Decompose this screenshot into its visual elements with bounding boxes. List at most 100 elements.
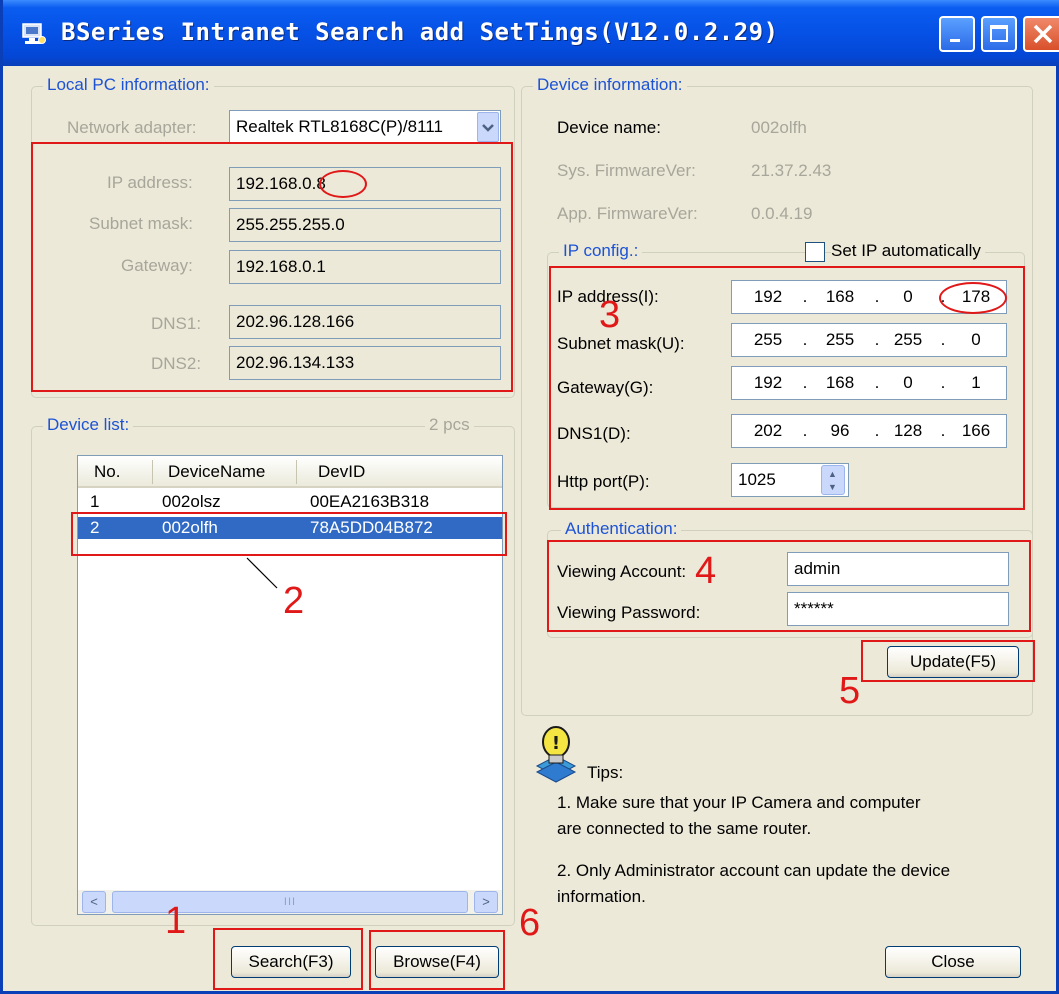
- ip-octet-4[interactable]: 178: [948, 281, 1004, 313]
- chevron-down-icon: [482, 124, 494, 132]
- ip-octet-3[interactable]: 0: [880, 281, 936, 313]
- annotation-2: 2: [283, 580, 305, 622]
- tips-title: Tips:: [587, 763, 624, 782]
- pc-ip-label: IP address:: [107, 173, 193, 192]
- gateway-label: Gateway(G):: [557, 378, 654, 397]
- dns1-input[interactable]: 202 . 96 . 128 . 166: [731, 414, 1007, 448]
- ip-address-input[interactable]: 192 . 168 . 0 . 178: [731, 280, 1007, 314]
- close-icon: [1033, 24, 1053, 44]
- network-adapter-select[interactable]: Realtek RTL8168C(P)/8111: [229, 110, 501, 144]
- row-no: 2: [90, 518, 100, 537]
- dns1-octet-1[interactable]: 202: [740, 415, 796, 447]
- device-row-1[interactable]: 1 002olsz 00EA2163B318: [78, 491, 502, 513]
- maximize-button[interactable]: [981, 16, 1017, 52]
- annotation-5: 5: [839, 670, 861, 712]
- annotation-3: 3: [599, 294, 621, 336]
- tip-1-line-1: 1. Make sure that your IP Camera and com…: [557, 793, 921, 812]
- network-adapter-label: Network adapter:: [67, 118, 197, 137]
- dropdown-button[interactable]: [477, 112, 499, 142]
- app-firmware-label: App. FirmwareVer:: [557, 204, 698, 223]
- scroll-left-button[interactable]: <: [82, 891, 106, 913]
- annotation-4: 4: [695, 550, 717, 592]
- viewing-account-label: Viewing Account:: [557, 562, 687, 581]
- pc-subnet-field: 255.255.255.0: [229, 208, 501, 242]
- device-name-label: Device name:: [557, 118, 661, 137]
- viewing-password-input[interactable]: ******: [787, 592, 1009, 626]
- column-separator: [152, 460, 153, 484]
- dns1-label: DNS1(D):: [557, 424, 631, 443]
- gateway-octet-3[interactable]: 0: [880, 367, 936, 399]
- gateway-input[interactable]: 192 . 168 . 0 . 1: [731, 366, 1007, 400]
- set-ip-auto-label[interactable]: Set IP automatically: [831, 241, 985, 261]
- gateway-octet-2[interactable]: 168: [812, 367, 868, 399]
- browse-button[interactable]: Browse(F4): [375, 946, 499, 978]
- row-dev-id: 78A5DD04B872: [310, 518, 433, 537]
- device-info-legend: Device information:: [533, 75, 687, 95]
- scroll-right-button[interactable]: >: [474, 891, 498, 913]
- http-port-spinner[interactable]: ▲ ▼: [821, 465, 845, 495]
- pc-dns2-field: 202.96.134.133: [229, 346, 501, 380]
- close-window-button[interactable]: [1023, 16, 1059, 52]
- minimize-icon: [950, 39, 960, 42]
- row-no: 1: [90, 492, 100, 511]
- ip-dot: .: [802, 421, 808, 440]
- svg-text:!: !: [552, 733, 560, 754]
- device-count: 2 pcs: [425, 415, 474, 435]
- app-firmware-value: 0.0.4.19: [751, 204, 813, 223]
- annotation-leader-line: [246, 557, 278, 589]
- annotation-6: 6: [519, 902, 541, 944]
- annotation-1: 1: [165, 900, 187, 942]
- ip-dot: .: [802, 373, 808, 392]
- viewing-password-label: Viewing Password:: [557, 603, 701, 622]
- pc-subnet-label: Subnet mask:: [89, 214, 193, 233]
- row-device-name: 002olsz: [162, 492, 221, 511]
- gateway-octet-1[interactable]: 192: [740, 367, 796, 399]
- subnet-octet-4[interactable]: 0: [948, 324, 1004, 356]
- column-no[interactable]: No.: [94, 456, 120, 488]
- spin-down-icon[interactable]: ▼: [828, 482, 837, 492]
- search-button[interactable]: Search(F3): [231, 946, 351, 978]
- column-dev-id[interactable]: DevID: [318, 456, 365, 488]
- device-name-value: 002olfh: [751, 118, 807, 137]
- pc-dns2-label: DNS2:: [151, 354, 202, 373]
- column-separator: [296, 460, 297, 484]
- pc-ip-field: 192.168.0.8: [229, 167, 501, 201]
- device-list-header: No. DeviceName DevID: [78, 456, 502, 488]
- ip-config-legend: IP config.:: [559, 241, 643, 261]
- minimize-button[interactable]: [939, 16, 975, 52]
- spin-up-icon[interactable]: ▲: [828, 469, 837, 479]
- pc-dns1-field: 202.96.128.166: [229, 305, 501, 339]
- column-device-name[interactable]: DeviceName: [168, 456, 265, 488]
- subnet-octet-3[interactable]: 255: [880, 324, 936, 356]
- device-list[interactable]: No. DeviceName DevID 1 002olsz 00EA2163B…: [77, 455, 503, 915]
- device-list-legend: Device list:: [43, 415, 134, 435]
- row-device-name: 002olfh: [162, 518, 218, 537]
- subnet-mask-label: Subnet mask(U):: [557, 334, 685, 353]
- window-title: BSeries Intranet Search add SetTings(V12…: [61, 18, 779, 46]
- subnet-octet-1[interactable]: 255: [740, 324, 796, 356]
- subnet-mask-input[interactable]: 255 . 255 . 255 . 0: [731, 323, 1007, 357]
- sys-firmware-label: Sys. FirmwareVer:: [557, 161, 696, 180]
- title-bar[interactable]: BSeries Intranet Search add SetTings(V12…: [3, 0, 1059, 66]
- tip-2-line-2: information.: [557, 887, 646, 906]
- set-ip-auto-checkbox[interactable]: [805, 242, 825, 262]
- device-row-2[interactable]: 2 002olfh 78A5DD04B872: [78, 517, 502, 539]
- dns1-octet-3[interactable]: 128: [880, 415, 936, 447]
- network-adapter-value: Realtek RTL8168C(P)/8111: [236, 117, 443, 136]
- app-icon: [22, 23, 46, 44]
- ip-octet-2[interactable]: 168: [812, 281, 868, 313]
- update-button[interactable]: Update(F5): [887, 646, 1019, 678]
- dns1-octet-4[interactable]: 166: [948, 415, 1004, 447]
- subnet-octet-2[interactable]: 255: [812, 324, 868, 356]
- pc-gateway-label: Gateway:: [121, 256, 193, 275]
- horizontal-scrollbar[interactable]: < III >: [78, 890, 502, 914]
- gateway-octet-4[interactable]: 1: [948, 367, 1004, 399]
- tip-2-line-1: 2. Only Administrator account can update…: [557, 861, 951, 880]
- ip-octet-1[interactable]: 192: [740, 281, 796, 313]
- sys-firmware-value: 21.37.2.43: [751, 161, 832, 180]
- maximize-icon: [990, 25, 1008, 42]
- close-button[interactable]: Close: [885, 946, 1021, 978]
- dns1-octet-2[interactable]: 96: [812, 415, 868, 447]
- viewing-account-input[interactable]: admin: [787, 552, 1009, 586]
- ip-dot: .: [802, 330, 808, 349]
